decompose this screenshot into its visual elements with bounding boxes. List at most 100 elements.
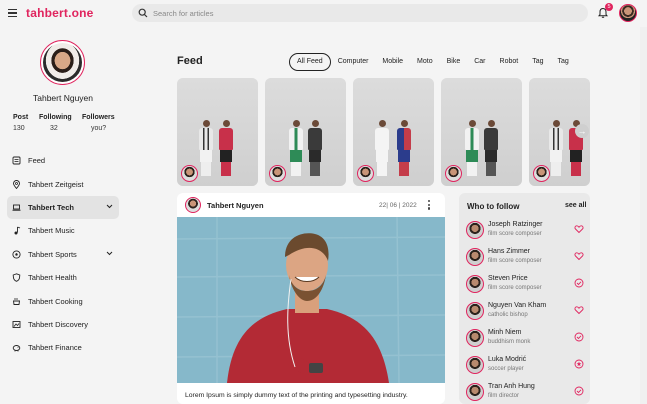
person-name[interactable]: Joseph Ratzinger [488,221,542,228]
tab-mobile[interactable]: Mobile [375,53,410,71]
post-text: Lorem Ipsum is simply dummy text of the … [185,392,408,399]
verified-icon[interactable] [574,278,584,288]
tab-moto[interactable]: Moto [410,53,440,71]
piggy-bank-icon [12,345,21,352]
story-image [375,120,389,176]
story-image [219,120,233,176]
profile-name: Tahbert Nguyen [32,93,93,103]
profile-avatar[interactable] [40,40,85,85]
avatar[interactable] [466,221,484,239]
stat-followers: Followers you? [82,114,115,132]
football-icon [12,250,21,259]
heart-icon[interactable] [574,224,584,234]
avatar[interactable] [466,356,484,374]
sidebar-item-label: Tahbert Health [28,273,77,283]
avatar[interactable] [466,329,484,347]
music-note-icon [14,226,21,235]
avatar[interactable] [466,302,484,320]
sidebar-item-health[interactable]: Tahbert Health [7,266,119,289]
sidebar-item-zeitgeist[interactable]: Tahbert Zeitgeist [7,172,119,195]
sidebar-item-label: Tahbert Discovery [28,319,89,329]
sidebar-item-label: Tahbert Cooking [28,296,83,306]
sidebar-item-cooking[interactable]: Tahbert Cooking [7,289,119,312]
tab-tag[interactable]: Tag [551,53,576,71]
scrollbar[interactable] [640,27,647,404]
person-name[interactable]: Steven Price [488,275,528,282]
heart-icon[interactable] [574,251,584,261]
stat-value: 32 [50,125,58,132]
hamburger-menu-icon[interactable] [8,9,17,18]
more-options-icon[interactable] [428,200,431,211]
follow-suggestion[interactable]: Luka Modrić soccer player [466,354,586,378]
search-input[interactable] [153,6,573,20]
person-name[interactable]: Nguyen Van Kham [488,302,546,309]
story-card[interactable] [441,78,522,186]
sidebar-item-finance[interactable]: Tahbert Finance [7,336,119,359]
story-avatar [269,165,286,182]
story-card[interactable] [353,78,434,186]
top-bar: tahbert.one 5 [0,0,647,27]
story-image [484,120,498,176]
person-role: soccer player [488,366,524,372]
follow-suggestion[interactable]: Joseph Ratzinger film score composer [466,219,586,243]
sidebar-item-feed[interactable]: Feed [7,149,119,172]
tab-car[interactable]: Car [467,53,492,71]
discovery-icon [12,320,21,328]
person-name[interactable]: Hans Zimmer [488,248,530,255]
cooking-icon [12,297,21,305]
heart-icon[interactable] [574,305,584,315]
post-image[interactable] [177,217,445,383]
person-name[interactable]: Luka Modrić [488,356,526,363]
verified-icon[interactable] [574,386,584,396]
follow-suggestion[interactable]: Minh Niem buddhism monk [466,327,586,351]
sidebar-item-music[interactable]: Tahbert Music [7,219,119,242]
tab-tag[interactable]: Tag [525,53,550,71]
post-header: Tahbert Nguyen 22| 06 | 2022 [177,193,445,217]
verified-icon[interactable] [574,332,584,342]
feed-title: Feed [177,55,203,67]
post-date: 22| 06 | 2022 [379,202,417,209]
who-to-follow-title: Who to follow [467,202,520,211]
follow-suggestion[interactable]: Tran Anh Hung film director [466,381,586,404]
post-photo [177,217,445,383]
follow-suggestion[interactable]: Steven Price film score composer [466,273,586,297]
chevron-down-icon[interactable] [106,204,113,209]
stat-label: Followers [82,114,115,121]
sidebar-item-sports[interactable]: Tahbert Sports [7,243,119,266]
tab-all-feed[interactable]: All Feed [289,53,331,71]
avatar[interactable] [466,248,484,266]
app-logo[interactable]: tahbert.one [26,6,94,20]
tab-computer[interactable]: Computer [331,53,376,71]
story-image [199,120,213,176]
notification-badge: 5 [605,3,613,11]
sidebar-item-discovery[interactable]: Tahbert Discovery [7,313,119,336]
post-author[interactable]: Tahbert Nguyen [207,201,264,210]
story-avatar [533,165,550,182]
avatar[interactable] [466,275,484,293]
person-name[interactable]: Tran Anh Hung [488,383,535,390]
post-card: Tahbert Nguyen 22| 06 | 2022 Lorem Ipsum… [177,193,445,404]
post-author-avatar[interactable] [185,197,201,213]
person-name[interactable]: Minh Niem [488,329,521,336]
feed-icon [12,156,21,165]
user-avatar[interactable] [619,4,637,22]
avatar[interactable] [466,383,484,401]
follow-suggestion[interactable]: Hans Zimmer film score composer [466,246,586,270]
chevron-down-icon[interactable] [106,251,113,256]
sidebar-item-label: Tahbert Finance [28,343,82,353]
tab-robot[interactable]: Robot [493,53,526,71]
feed-tabs: All Feed Computer Mobile Moto Bike Car R… [289,53,576,71]
sidebar-item-label: Tahbert Zeitgeist [28,179,84,189]
stories-next-button[interactable]: → [575,124,589,138]
story-image [465,120,479,176]
star-badge-icon[interactable] [574,359,584,369]
person-role: film score composer [488,285,542,291]
sidebar-item-tech[interactable]: Tahbert Tech [7,195,119,220]
see-all-link[interactable]: see all [565,202,586,209]
follow-suggestion[interactable]: Nguyen Van Kham catholic bishop [466,300,586,324]
sidebar-item-label: Tahbert Music [28,226,75,236]
tab-bike[interactable]: Bike [440,53,468,71]
search-bar[interactable] [132,4,588,22]
story-card[interactable] [177,78,258,186]
story-card[interactable] [265,78,346,186]
